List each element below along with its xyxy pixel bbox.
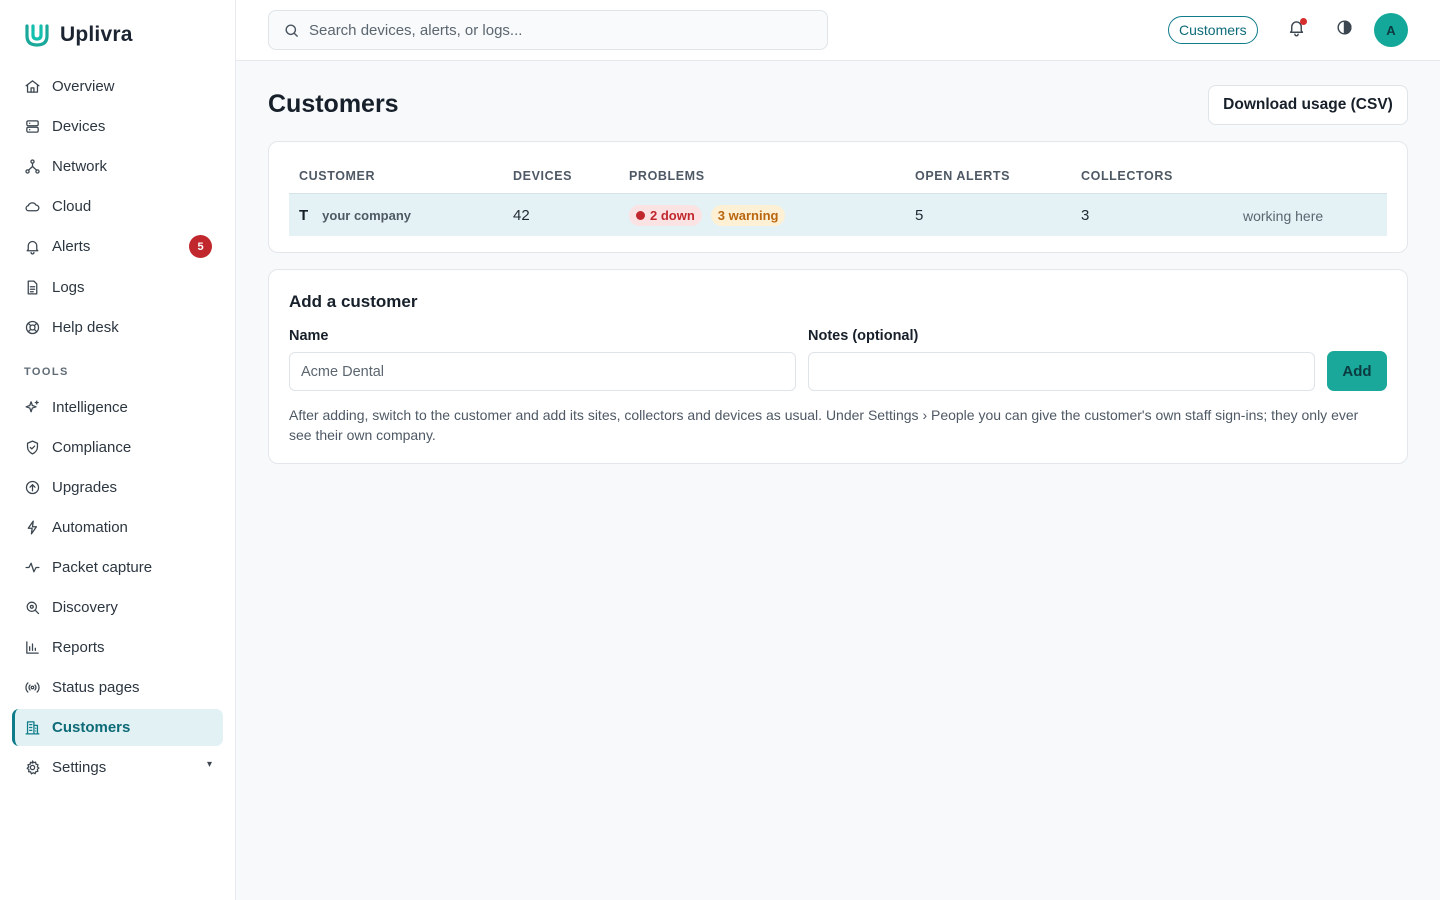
- activity-icon: [23, 559, 41, 577]
- sidebar-item-discovery[interactable]: Discovery: [12, 589, 223, 626]
- sidebar-item-help-desk[interactable]: Help desk: [12, 309, 223, 346]
- sidebar: Uplivra Overview Devices Network Cloud A…: [0, 0, 236, 900]
- sidebar-item-status-pages[interactable]: Status pages: [12, 669, 223, 706]
- sidebar-item-intelligence[interactable]: Intelligence: [12, 389, 223, 426]
- sidebar-item-label: Logs: [52, 279, 85, 296]
- brand[interactable]: Uplivra: [24, 22, 133, 48]
- column-header-collectors: COLLECTORS: [1081, 169, 1173, 183]
- notification-dot: [1300, 18, 1307, 25]
- name-label: Name: [289, 328, 329, 344]
- uplivra-logo-icon: [24, 22, 50, 48]
- customer-notes-field[interactable]: [808, 352, 1315, 391]
- sidebar-item-settings[interactable]: Settings ▾: [12, 749, 223, 786]
- lifebuoy-icon: [23, 319, 41, 337]
- sidebar-item-label: Cloud: [52, 198, 92, 215]
- working-here-indicator: working here: [1243, 207, 1324, 224]
- table-row[interactable]: T your company 42 2 down 3 warning 5 3 w…: [289, 193, 1387, 236]
- column-header-devices: DEVICES: [513, 169, 573, 183]
- sidebar-item-label: Settings: [52, 759, 107, 776]
- status-dot-icon: [636, 211, 645, 220]
- down-badge: 2 down: [629, 205, 702, 226]
- column-header-open-alerts: OPEN ALERTS: [915, 169, 1011, 183]
- alerts-count-badge: 5: [189, 235, 212, 258]
- sidebar-item-cloud[interactable]: Cloud: [12, 188, 223, 225]
- contrast-icon: [1335, 18, 1354, 42]
- topbar: Customers A: [236, 0, 1440, 61]
- warning-badge: 3 warning: [710, 205, 786, 226]
- sidebar-item-overview[interactable]: Overview: [12, 68, 223, 105]
- sidebar-item-packet-capture[interactable]: Packet capture: [12, 549, 223, 586]
- sidebar-item-label: Packet capture: [52, 559, 153, 576]
- add-customer-card: Add a customer Name Notes (optional) Add…: [268, 269, 1408, 464]
- arrow-up-circle-icon: [23, 479, 41, 497]
- sidebar-item-label: Devices: [52, 118, 106, 135]
- server-icon: [23, 118, 41, 136]
- search-zoom-icon: [23, 599, 41, 617]
- sidebar-item-alerts[interactable]: Alerts 5: [12, 228, 223, 265]
- brand-name: Uplivra: [60, 23, 133, 46]
- add-customer-help-text: After adding, switch to the customer and…: [289, 407, 1359, 443]
- customer-name: your company: [322, 208, 412, 223]
- sidebar-item-label: Alerts: [52, 238, 91, 255]
- sidebar-item-label: Intelligence: [52, 399, 128, 416]
- chevron-down-icon: ▾: [206, 759, 212, 770]
- avatar[interactable]: A: [1374, 13, 1408, 47]
- notifications-button[interactable]: [1285, 18, 1307, 41]
- sidebar-item-network[interactable]: Network: [12, 148, 223, 185]
- problems-cell: 2 down 3 warning: [629, 194, 786, 237]
- sparkles-icon: [23, 399, 41, 417]
- sidebar-item-label: Reports: [52, 639, 105, 656]
- sidebar-item-automation[interactable]: Automation: [12, 509, 223, 546]
- broadcast-icon: [23, 679, 41, 697]
- download-usage-button[interactable]: Download usage (CSV): [1208, 85, 1408, 125]
- open-alerts-count: 5: [915, 207, 924, 224]
- tools-section-label: TOOLS: [24, 366, 69, 378]
- sidebar-item-label: Status pages: [52, 679, 140, 696]
- search-icon: [283, 22, 300, 39]
- page-title: Customers: [268, 90, 399, 118]
- sidebar-item-label: Automation: [52, 519, 128, 536]
- sidebar-item-label: Customers: [52, 719, 131, 736]
- add-customer-title: Add a customer: [289, 292, 418, 311]
- sidebar-item-logs[interactable]: Logs: [12, 269, 223, 306]
- bolt-icon: [23, 519, 41, 537]
- theme-toggle-button[interactable]: [1333, 19, 1355, 41]
- customer-initial: T: [299, 207, 309, 224]
- column-header-problems: PROBLEMS: [629, 169, 705, 183]
- search-box[interactable]: [268, 10, 828, 50]
- sidebar-item-label: Help desk: [52, 319, 119, 336]
- collectors-count: 3: [1081, 207, 1090, 224]
- sidebar-item-label: Compliance: [52, 439, 132, 456]
- column-header-customer: CUSTOMER: [299, 169, 376, 183]
- context-chip[interactable]: Customers: [1168, 16, 1258, 44]
- sidebar-item-label: Upgrades: [52, 479, 118, 496]
- sidebar-item-customers[interactable]: Customers: [12, 709, 223, 746]
- home-icon: [23, 78, 41, 96]
- file-text-icon: [23, 279, 41, 297]
- building-icon: [23, 719, 41, 737]
- devices-count: 42: [513, 207, 530, 224]
- gear-icon: [23, 759, 41, 777]
- sidebar-item-label: Network: [52, 158, 108, 175]
- bar-chart-icon: [23, 639, 41, 657]
- cloud-icon: [23, 198, 41, 216]
- sidebar-item-label: Overview: [52, 78, 115, 95]
- network-icon: [23, 158, 41, 176]
- sidebar-item-compliance[interactable]: Compliance: [12, 429, 223, 466]
- customers-table: CUSTOMER DEVICES PROBLEMS OPEN ALERTS CO…: [268, 141, 1408, 253]
- notes-label: Notes (optional): [808, 328, 919, 344]
- search-input[interactable]: [309, 21, 827, 39]
- add-customer-button[interactable]: Add: [1327, 351, 1387, 391]
- customer-cell: T your company: [299, 194, 411, 237]
- sidebar-item-upgrades[interactable]: Upgrades: [12, 469, 223, 506]
- bell-icon: [23, 238, 41, 256]
- down-badge-label: 2 down: [650, 208, 695, 223]
- customer-name-field[interactable]: [289, 352, 796, 391]
- shield-check-icon: [23, 439, 41, 457]
- sidebar-item-reports[interactable]: Reports: [12, 629, 223, 666]
- sidebar-item-label: Discovery: [52, 599, 118, 616]
- sidebar-item-devices[interactable]: Devices: [12, 108, 223, 145]
